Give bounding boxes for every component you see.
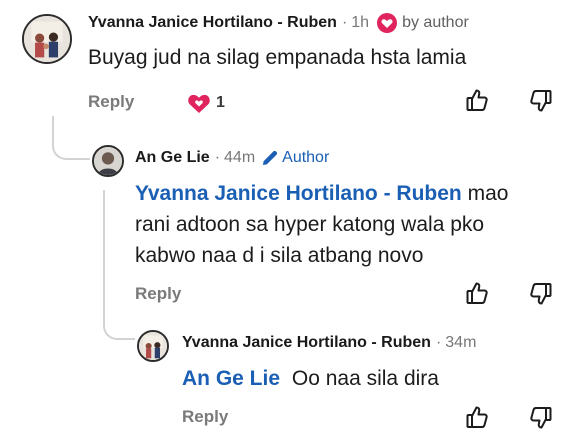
reply-button[interactable]: Reply (135, 284, 181, 304)
comment-author[interactable]: Yvanna Janice Hortilano - Ruben (182, 334, 431, 352)
separator: · (214, 149, 221, 166)
avatar[interactable] (22, 14, 72, 64)
mention-link[interactable]: An Ge Lie (182, 367, 280, 390)
avatar[interactable] (137, 330, 169, 362)
comment-text-line: Yvanna Janice Hortilano - Ruben mao (135, 178, 565, 209)
dislike-icon[interactable] (530, 406, 552, 435)
mention-link[interactable]: Yvanna Janice Hortilano - Ruben (135, 182, 462, 205)
avatar[interactable] (92, 145, 124, 177)
reply-button[interactable]: Reply (88, 92, 134, 112)
comment-meta: An Ge Lie · 44m Author (135, 149, 329, 167)
separator: · (341, 14, 348, 31)
comment-text-line: rani adtoon sa hyper katong wala pko (135, 213, 485, 236)
heart-icon (188, 94, 210, 113)
comment-time[interactable]: 1h (351, 14, 369, 32)
comment-text: Yvanna Janice Hortilano - Ruben mao rani… (135, 178, 565, 271)
comment-text-segment: mao (461, 182, 509, 205)
comment-author[interactable]: Yvanna Janice Hortilano - Ruben (88, 14, 337, 32)
by-author-badge: by author (377, 13, 469, 33)
comment-time[interactable]: 44m (224, 149, 255, 167)
thread-line-nested (103, 190, 135, 340)
author-badge: Author (261, 149, 329, 167)
comment-meta: Yvanna Janice Hortilano - Ruben · 34m (182, 334, 476, 352)
like-icon[interactable] (466, 88, 488, 117)
separator: · (435, 334, 442, 351)
comment-text: An Ge Lie Oo naa sila dira (182, 363, 439, 394)
badge-label: Author (282, 149, 330, 166)
reaction-count-value: 1 (216, 94, 225, 111)
dislike-icon[interactable] (530, 89, 552, 118)
heart-icon (377, 13, 398, 33)
pencil-icon (263, 150, 278, 165)
badge-label: by author (402, 14, 469, 31)
thread-line (52, 116, 90, 160)
comment-author[interactable]: An Ge Lie (135, 149, 210, 167)
like-icon[interactable] (466, 281, 488, 310)
like-icon[interactable] (466, 405, 488, 434)
comment-text-segment: Oo naa sila dira (291, 367, 439, 390)
reaction-count[interactable]: 1 (187, 92, 225, 114)
dislike-icon[interactable] (530, 282, 552, 311)
reply-button[interactable]: Reply (182, 407, 228, 427)
comment-time[interactable]: 34m (445, 334, 476, 352)
comment-text-line: kabwo naa d i sila atbang novo (135, 244, 424, 267)
comment-meta: Yvanna Janice Hortilano - Ruben · 1h by … (88, 13, 469, 33)
comment-text: Buyag jud na silag empanada hsta lamia (88, 46, 467, 69)
